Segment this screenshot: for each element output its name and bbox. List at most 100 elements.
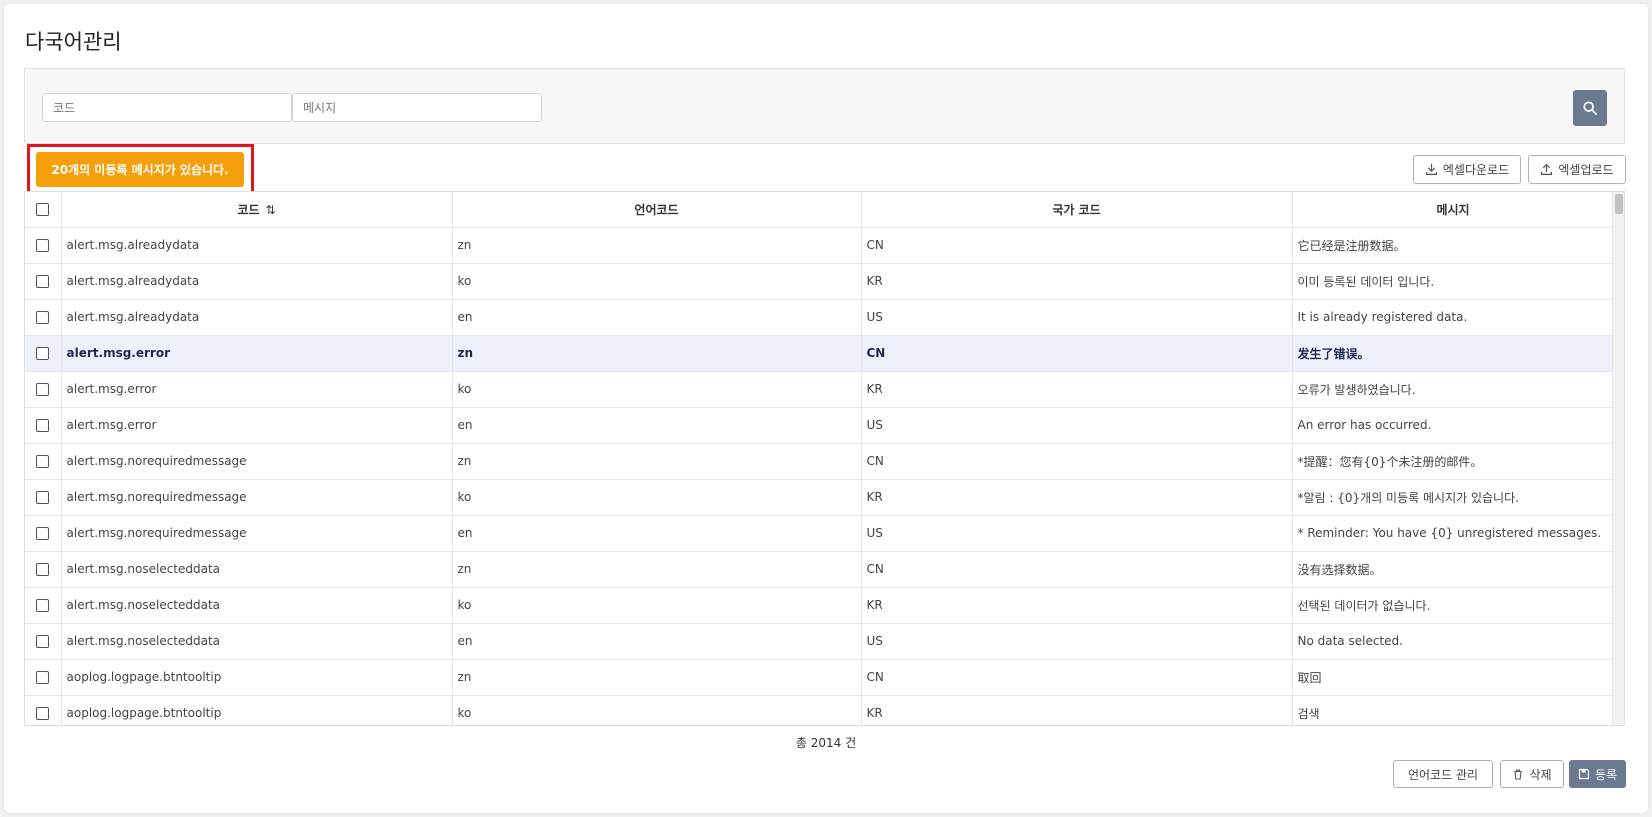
row-checkbox-cell bbox=[25, 479, 62, 516]
cell-lang-code: en bbox=[452, 407, 862, 444]
row-checkbox-cell bbox=[25, 335, 62, 372]
row-checkbox[interactable] bbox=[36, 239, 50, 252]
cell-message: 오류가 발생하였습니다. bbox=[1292, 371, 1615, 408]
cell-lang-code: ko bbox=[452, 695, 862, 725]
row-checkbox-cell bbox=[25, 443, 62, 480]
row-checkbox[interactable] bbox=[36, 635, 50, 648]
cell-code: alert.msg.error bbox=[61, 407, 453, 444]
row-checkbox-cell bbox=[25, 299, 62, 336]
table-row[interactable]: alert.msg.noselecteddata en US No data sele… bbox=[25, 623, 1615, 660]
table-scrollbar[interactable] bbox=[1612, 192, 1624, 725]
cell-message: *알림 : {0}개의 미등록 메시지가 있습니다. bbox=[1292, 479, 1615, 516]
cell-country-code: US bbox=[861, 515, 1293, 552]
row-checkbox[interactable] bbox=[36, 527, 50, 540]
cell-message: 发生了错误。 bbox=[1292, 335, 1615, 372]
table-row[interactable]: aoplog.logpage.btntooltip ko KR 검색 bbox=[25, 695, 1615, 725]
table-row[interactable]: alert.msg.error zn CN 发生了错误。 bbox=[25, 335, 1615, 372]
table-header-row: 코드 ⇅ 언어코드 국가 코드 메시지 bbox=[25, 192, 1615, 228]
table-row[interactable]: alert.msg.alreadydata en US It is already r… bbox=[25, 299, 1615, 336]
cell-lang-code: ko bbox=[452, 479, 862, 516]
table-row[interactable]: aoplog.logpage.btntooltip zn CN 取回 bbox=[25, 659, 1615, 696]
table-row[interactable]: alert.msg.noselecteddata zn CN 没有选择数据。 bbox=[25, 551, 1615, 588]
message-search-input[interactable] bbox=[292, 93, 542, 122]
row-checkbox[interactable] bbox=[36, 707, 50, 720]
excel-upload-button[interactable]: 엑셀업로드 bbox=[1528, 155, 1626, 184]
cell-code: alert.msg.alreadydata bbox=[61, 227, 453, 264]
upload-icon bbox=[1541, 163, 1553, 175]
lang-code-manage-button[interactable]: 언어코드 관리 bbox=[1393, 760, 1493, 788]
row-checkbox-cell bbox=[25, 227, 62, 264]
cell-country-code: CN bbox=[861, 659, 1293, 696]
column-header-country-code[interactable]: 국가 코드 bbox=[861, 192, 1293, 228]
cell-lang-code: zn bbox=[452, 443, 862, 480]
cell-lang-code: en bbox=[452, 299, 862, 336]
page-title: 다국어관리 bbox=[25, 30, 122, 54]
table-row[interactable]: alert.msg.noselecteddata ko KR 선택된 데이터가 없습니… bbox=[25, 587, 1615, 624]
cell-country-code: CN bbox=[861, 335, 1293, 372]
cell-code: alert.msg.error bbox=[61, 335, 453, 372]
cell-message: An error has occurred. bbox=[1292, 407, 1615, 444]
row-checkbox-cell bbox=[25, 515, 62, 552]
row-checkbox[interactable] bbox=[36, 455, 50, 468]
search-icon bbox=[1583, 101, 1597, 115]
table-row[interactable]: alert.msg.norequiredmessage ko KR *알림 : {0}… bbox=[25, 479, 1615, 516]
cell-lang-code: zn bbox=[452, 335, 862, 372]
cell-code: alert.msg.noselecteddata bbox=[61, 551, 453, 588]
cell-code: aoplog.logpage.btntooltip bbox=[61, 695, 453, 725]
register-label: 등록 bbox=[1594, 767, 1618, 782]
search-button[interactable] bbox=[1573, 90, 1607, 126]
cell-lang-code: zn bbox=[452, 227, 862, 264]
delete-button[interactable]: 삭제 bbox=[1500, 760, 1564, 788]
table-row[interactable]: alert.msg.alreadydata zn CN 它已经是注册数据。 bbox=[25, 227, 1615, 264]
row-checkbox-cell bbox=[25, 623, 62, 660]
cell-code: alert.msg.alreadydata bbox=[61, 299, 453, 336]
cell-lang-code: ko bbox=[452, 371, 862, 408]
row-checkbox-cell bbox=[25, 695, 62, 725]
cell-code: alert.msg.norequiredmessage bbox=[61, 479, 453, 516]
message-table: 코드 ⇅ 언어코드 국가 코드 메시지 alert.msg.alreadydata… bbox=[24, 191, 1625, 726]
excel-download-button[interactable]: 엑셀다운로드 bbox=[1413, 155, 1521, 184]
table-row[interactable]: alert.msg.norequiredmessage zn CN *提醒：您有{0}… bbox=[25, 443, 1615, 480]
cell-message: 이미 등록된 데이터 입니다. bbox=[1292, 263, 1615, 300]
cell-code: alert.msg.noselecteddata bbox=[61, 587, 453, 624]
register-button[interactable]: 등록 bbox=[1569, 760, 1626, 788]
cell-lang-code: ko bbox=[452, 587, 862, 624]
scrollbar-thumb[interactable] bbox=[1615, 194, 1623, 214]
column-header-message[interactable]: 메시지 bbox=[1292, 192, 1615, 228]
cell-country-code: KR bbox=[861, 371, 1293, 408]
select-all-checkbox[interactable] bbox=[36, 203, 50, 217]
table-row[interactable]: alert.msg.error en US An error has occurred… bbox=[25, 407, 1615, 444]
row-checkbox[interactable] bbox=[36, 347, 50, 360]
row-checkbox[interactable] bbox=[36, 311, 50, 324]
row-checkbox[interactable] bbox=[36, 599, 50, 612]
row-checkbox-cell bbox=[25, 263, 62, 300]
delete-label: 삭제 bbox=[1529, 767, 1552, 782]
cell-country-code: US bbox=[861, 299, 1293, 336]
save-icon bbox=[1578, 768, 1590, 780]
row-checkbox[interactable] bbox=[36, 491, 50, 504]
row-checkbox[interactable] bbox=[36, 563, 50, 576]
lang-code-manage-label: 언어코드 관리 bbox=[1407, 767, 1479, 782]
cell-country-code: CN bbox=[861, 227, 1293, 264]
table-row[interactable]: alert.msg.norequiredmessage en US * Reminde… bbox=[25, 515, 1615, 552]
row-checkbox[interactable] bbox=[36, 383, 50, 396]
row-checkbox[interactable] bbox=[36, 275, 50, 288]
row-checkbox-cell bbox=[25, 587, 62, 624]
table-row[interactable]: alert.msg.error ko KR 오류가 발생하였습니다. bbox=[25, 371, 1615, 408]
cell-country-code: CN bbox=[861, 551, 1293, 588]
download-icon bbox=[1425, 163, 1437, 175]
cell-country-code: CN bbox=[861, 443, 1293, 480]
code-search-input[interactable] bbox=[42, 93, 292, 122]
column-header-lang-code[interactable]: 언어코드 bbox=[452, 192, 862, 228]
cell-code: alert.msg.error bbox=[61, 371, 453, 408]
row-checkbox[interactable] bbox=[36, 419, 50, 432]
row-checkbox[interactable] bbox=[36, 671, 50, 684]
sort-icon[interactable]: ⇅ bbox=[266, 203, 276, 217]
unregistered-messages-button[interactable]: 20개의 미등록 메시지가 있습니다. bbox=[36, 152, 244, 187]
cell-code: alert.msg.norequiredmessage bbox=[61, 443, 453, 480]
cell-lang-code: en bbox=[452, 623, 862, 660]
cell-message: No data selected. bbox=[1292, 623, 1615, 660]
table-row[interactable]: alert.msg.alreadydata ko KR 이미 등록된 데이터 입니다. bbox=[25, 263, 1615, 300]
row-checkbox-cell bbox=[25, 371, 62, 408]
column-header-code[interactable]: 코드 ⇅ bbox=[61, 192, 453, 228]
